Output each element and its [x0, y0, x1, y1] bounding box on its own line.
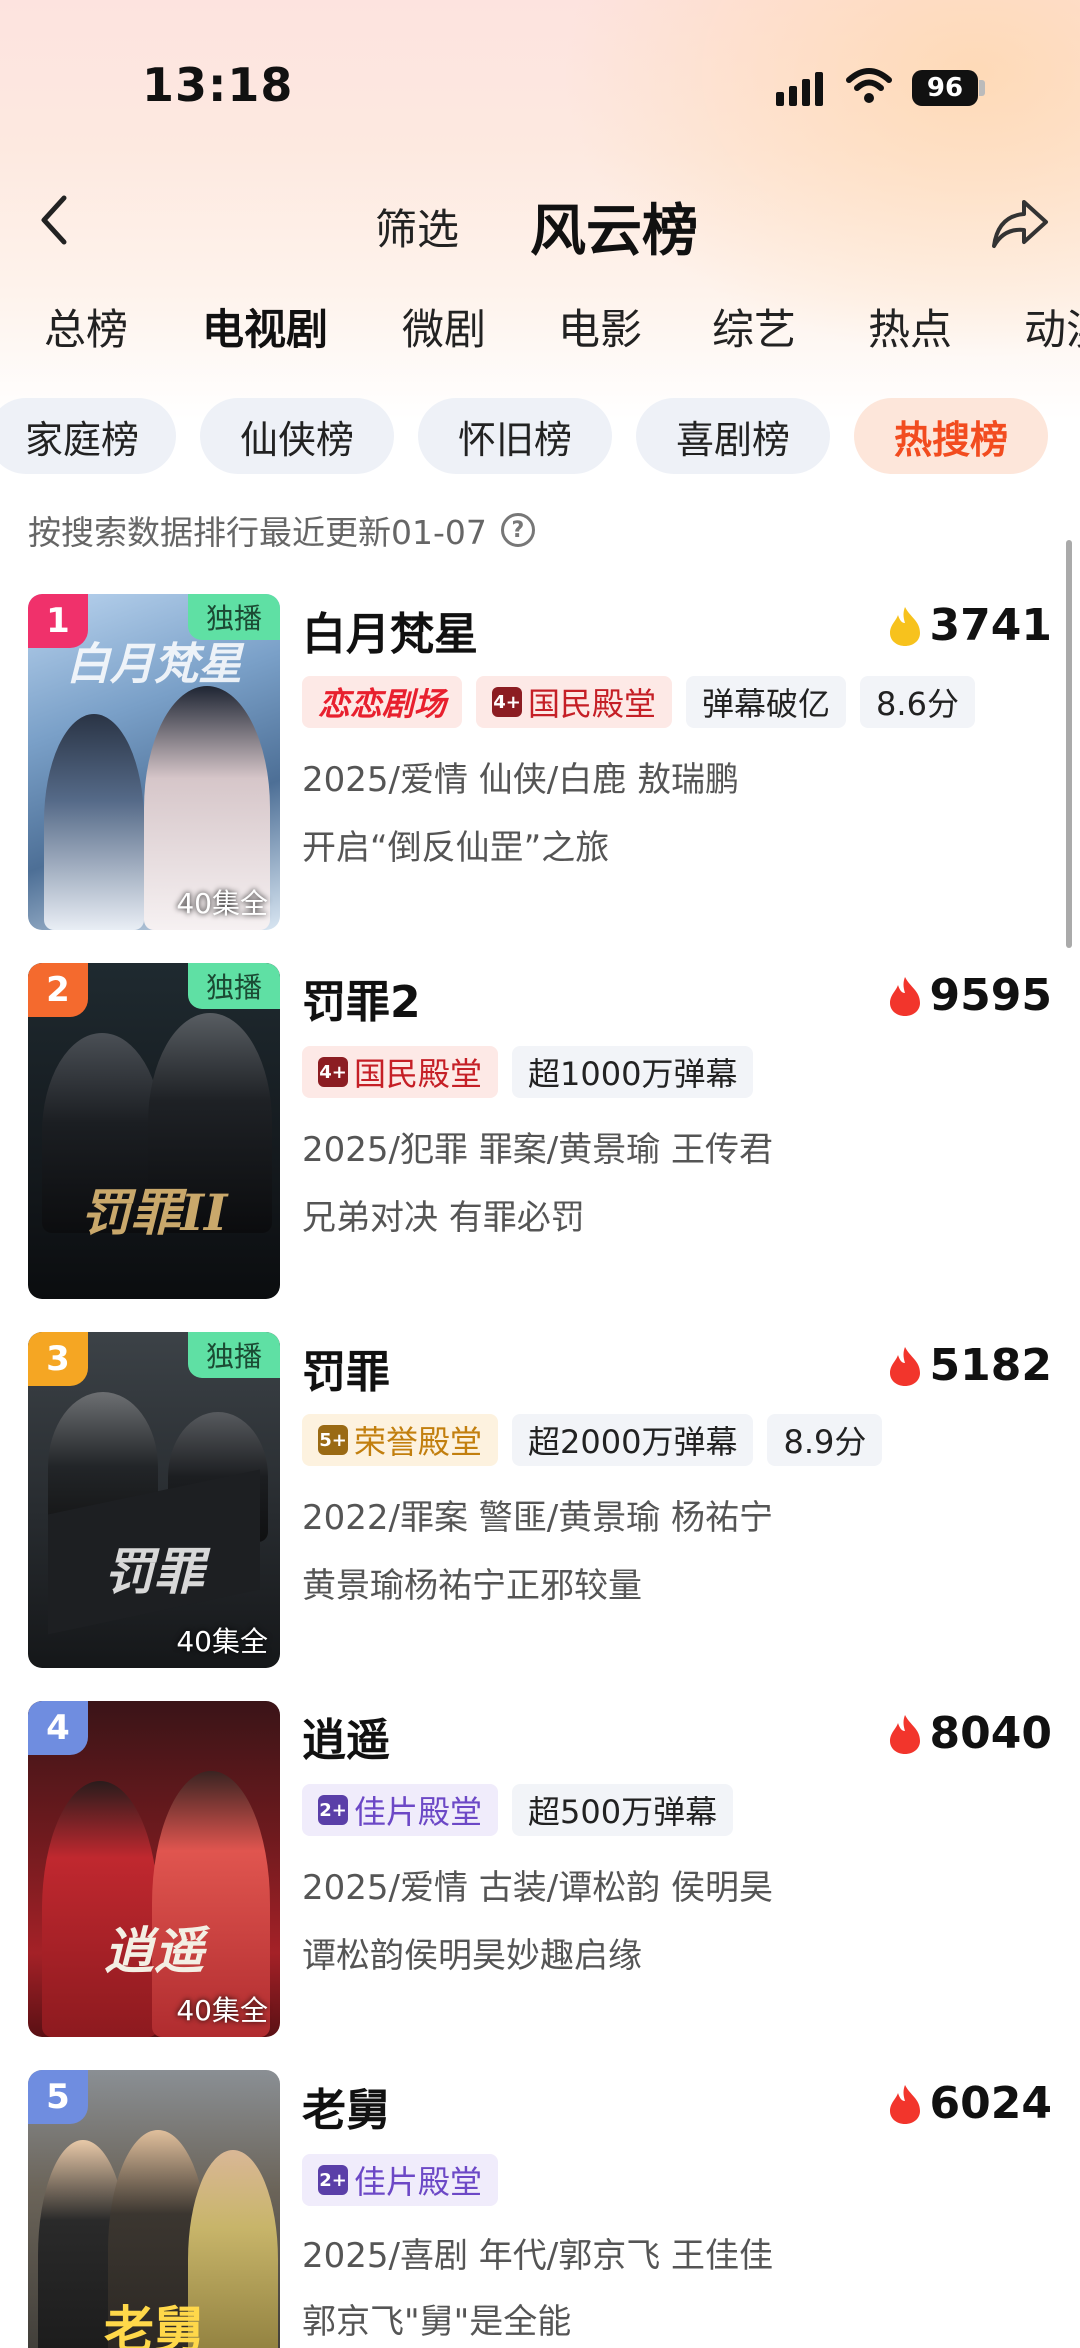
chip-xianxia[interactable]: 仙侠榜	[200, 398, 394, 474]
chip-family[interactable]: 家庭榜	[0, 398, 176, 474]
show-meta: 2025/爱情 古装/谭松韵 侯明昊	[302, 1868, 774, 1908]
poster-image: 罚罪II 2 独播	[28, 963, 280, 1299]
tag: 超1000万弹幕	[512, 1046, 754, 1098]
chip-hot-search[interactable]: 热搜榜	[854, 398, 1048, 474]
flame-icon	[889, 1714, 920, 1754]
update-info: 按搜索数据排行最近更新01-07 ?	[28, 506, 535, 554]
tab-trending[interactable]: 热点	[868, 296, 952, 357]
category-tabs: 总榜 电视剧 微剧 电影 综艺 热点 动漫	[0, 296, 1080, 360]
wifi-icon	[846, 68, 892, 103]
tag-hall: 2+ 佳片殿堂	[302, 2154, 499, 2206]
tag-hall: 2+ 佳片殿堂	[302, 1784, 499, 1836]
heat-score: 9595	[888, 970, 1052, 1021]
tab-variety[interactable]: 综艺	[712, 296, 796, 357]
show-description: 黄景瑜杨祐宁正邪较量	[302, 1566, 642, 1606]
battery-icon: 96	[912, 70, 978, 106]
tab-micro-drama[interactable]: 微剧	[402, 296, 486, 357]
flame-icon	[889, 606, 920, 646]
tag-row: 恋恋剧场 4+ 国民殿堂 弹幕破亿 8.6分	[302, 676, 975, 728]
tag-brand: 恋恋剧场	[302, 676, 463, 728]
exclusive-badge: 独播	[188, 1332, 280, 1378]
rank-badge: 1	[28, 594, 88, 648]
episodes-label: 40集全	[176, 1625, 268, 1658]
rank-badge: 5	[28, 2070, 88, 2124]
update-text: 按搜索数据排行最近更新01-07	[28, 513, 487, 552]
show-title: 罚罪	[302, 1347, 390, 1398]
flame-icon	[889, 976, 920, 1016]
poster-image: 罚罪 3 独播 40集全	[28, 1332, 280, 1668]
tag: 超500万弹幕	[512, 1784, 734, 1836]
tag-row: 2+ 佳片殿堂 超500万弹幕	[302, 1784, 734, 1836]
back-icon[interactable]	[34, 190, 74, 250]
rank-badge: 2	[28, 963, 88, 1017]
poster-image: 逍遥 4 40集全	[28, 1701, 280, 2037]
chip-comedy[interactable]: 喜剧榜	[636, 398, 830, 474]
help-icon[interactable]: ?	[500, 513, 535, 547]
chip-nostalgia[interactable]: 怀旧榜	[418, 398, 612, 474]
tab-all[interactable]: 总榜	[44, 296, 128, 357]
show-meta: 2022/罪案 警匪/黄景瑜 杨祐宁	[302, 1498, 774, 1538]
tag-hall: 5+ 荣誉殿堂	[302, 1414, 499, 1466]
poster-image: 白月梵星 1 独播 40集全	[28, 594, 280, 930]
show-meta: 2025/犯罪 罪案/黄景瑜 王传君	[302, 1130, 774, 1170]
rank-badge: 3	[28, 1332, 88, 1386]
scrollbar[interactable]	[1066, 540, 1072, 948]
heat-score: 8040	[888, 1708, 1052, 1759]
share-icon[interactable]	[990, 196, 1050, 252]
show-title: 白月梵星	[302, 609, 478, 660]
show-description: 郭京飞"舅"是全能	[302, 2302, 572, 2342]
page-title: 风云榜	[530, 199, 698, 264]
rank-badge: 4	[28, 1701, 88, 1755]
flame-icon	[889, 1346, 920, 1386]
flame-icon	[889, 2084, 920, 2124]
exclusive-badge: 独播	[188, 963, 280, 1009]
tab-anime[interactable]: 动漫	[1024, 296, 1080, 357]
tag-row: 5+ 荣誉殿堂 超2000万弹幕 8.9分	[302, 1414, 883, 1466]
tag-hall: 4+ 国民殿堂	[302, 1046, 499, 1098]
show-meta: 2025/喜剧 年代/郭京飞 王佳佳	[302, 2236, 774, 2276]
show-title: 老舅	[302, 2085, 390, 2136]
show-meta: 2025/爱情 仙侠/白鹿 敖瑞鹏	[302, 760, 740, 800]
show-description: 谭松韵侯明昊妙趣启缘	[302, 1936, 642, 1976]
tag-row: 2+ 佳片殿堂	[302, 2154, 499, 2206]
filter-button[interactable]: 筛选	[375, 196, 459, 257]
exclusive-badge: 独播	[188, 594, 280, 640]
tag-score: 8.6分	[860, 676, 975, 728]
tag: 弹幕破亿	[686, 676, 847, 728]
heat-score: 3741	[888, 600, 1052, 651]
show-title: 逍遥	[302, 1715, 390, 1766]
tab-movie[interactable]: 电影	[558, 296, 642, 357]
episodes-label: 40集全	[176, 1994, 268, 2027]
show-description: 兄弟对决 有罪必罚	[302, 1198, 585, 1238]
tag-score: 8.9分	[767, 1414, 883, 1466]
heat-score: 5182	[888, 1340, 1052, 1391]
episodes-label: 40集全	[176, 887, 268, 920]
battery-tip	[979, 80, 985, 96]
status-time: 13:18	[142, 58, 294, 112]
heat-score: 6024	[888, 2078, 1052, 2129]
poster-image: 老舅 5	[28, 2070, 280, 2348]
tab-tv-series[interactable]: 电视剧	[202, 296, 328, 357]
show-title: 罚罪2	[302, 977, 421, 1028]
tag-row: 4+ 国民殿堂 超1000万弹幕	[302, 1046, 754, 1098]
tag: 超2000万弹幕	[512, 1414, 754, 1466]
cellular-signal-icon	[776, 70, 824, 106]
show-description: 开启“倒反仙罡”之旅	[302, 828, 610, 868]
tag-hall: 4+ 国民殿堂	[476, 676, 673, 728]
